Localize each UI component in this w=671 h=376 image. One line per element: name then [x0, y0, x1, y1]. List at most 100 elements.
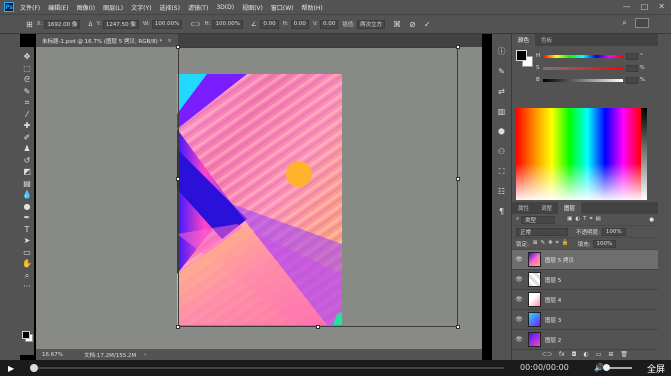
- cancel-transform-icon[interactable]: ⊘: [409, 20, 416, 29]
- pen-tool-icon[interactable]: ✒: [20, 212, 34, 224]
- status-menu-icon[interactable]: ›: [144, 352, 146, 358]
- layer-mask-icon[interactable]: ◘: [572, 351, 577, 358]
- menu-edit[interactable]: 编辑(E): [48, 3, 68, 12]
- dodge-tool-icon[interactable]: ●: [20, 201, 34, 213]
- history-brush-tool-icon[interactable]: ↺: [20, 155, 34, 167]
- eraser-tool-icon[interactable]: ◩: [20, 166, 34, 178]
- hskew-field[interactable]: 0.00: [290, 19, 309, 29]
- menu-file[interactable]: 文件(F): [20, 3, 40, 12]
- blur-tool-icon[interactable]: 💧: [20, 189, 34, 201]
- new-layer-icon[interactable]: ⊞: [608, 351, 613, 358]
- saturation-field[interactable]: [625, 64, 638, 72]
- maximize-button[interactable]: □: [641, 2, 649, 11]
- hand-tool-icon[interactable]: ✋: [20, 258, 34, 270]
- filter-toggle-icon[interactable]: ●: [649, 217, 654, 223]
- layer-row[interactable]: 👁 图层 5 拷贝: [512, 250, 658, 270]
- fg-bg-swatches[interactable]: [516, 50, 534, 68]
- angle-field[interactable]: 0.00: [260, 19, 279, 29]
- layer-row[interactable]: 👁 图层 5: [512, 270, 658, 290]
- layer-style-icon[interactable]: fx: [559, 351, 565, 358]
- search-icon[interactable]: ⌕: [622, 18, 627, 28]
- paragraph-icon[interactable]: ¶: [499, 202, 504, 222]
- brightness-slider[interactable]: [542, 78, 623, 82]
- visibility-eye-icon[interactable]: 👁: [512, 296, 526, 303]
- transform-handle-tl[interactable]: [176, 45, 180, 49]
- delete-layer-icon[interactable]: 🗑: [620, 351, 628, 358]
- y-field[interactable]: 1247.50 像: [102, 19, 139, 29]
- w-field[interactable]: 100.00%: [151, 19, 183, 29]
- info-icon[interactable]: ⓘ: [498, 42, 506, 62]
- transform-handle-mr[interactable]: [456, 177, 460, 181]
- fullscreen-button[interactable]: 全屏: [647, 362, 665, 375]
- transform-bounding-box[interactable]: [178, 47, 458, 327]
- close-window-button[interactable]: ✕: [658, 2, 665, 11]
- filter-icons[interactable]: ▣◐T⌗▤: [567, 216, 604, 223]
- new-group-icon[interactable]: ▭: [596, 351, 602, 358]
- foreground-color-swatch[interactable]: [22, 331, 30, 339]
- minimize-button[interactable]: —: [623, 2, 631, 11]
- link-icon[interactable]: ⊂⊃: [190, 21, 200, 28]
- reference-point-icon[interactable]: ⊞: [26, 20, 33, 29]
- transform-handle-bm[interactable]: [316, 325, 320, 329]
- menu-type[interactable]: 文字(Y): [131, 3, 151, 12]
- document-tab[interactable]: 未标题-1.psd @ 16.7% (图层 5 拷贝, RGB/8) * ×: [36, 34, 178, 47]
- type-tool-icon[interactable]: T: [20, 224, 34, 236]
- visibility-eye-icon[interactable]: 👁: [512, 316, 526, 323]
- tab-color[interactable]: 颜色: [512, 34, 536, 46]
- layer-row[interactable]: 👁 图层 3: [512, 310, 658, 330]
- hue-field[interactable]: [626, 52, 639, 60]
- move-tool-icon[interactable]: ✥: [20, 51, 34, 63]
- warp-icon[interactable]: ⌘: [393, 20, 401, 29]
- visibility-eye-icon[interactable]: 👁: [512, 256, 526, 263]
- workspace-switcher-icon[interactable]: [635, 18, 649, 28]
- clone-source-icon[interactable]: ▥: [498, 102, 506, 122]
- color-spectrum[interactable]: [516, 108, 641, 200]
- transform-handle-ml[interactable]: [176, 177, 180, 181]
- opacity-field[interactable]: 100%: [601, 227, 626, 236]
- close-tab-icon[interactable]: ×: [167, 38, 172, 44]
- 3d-icon[interactable]: ⬢: [498, 122, 505, 142]
- zoom-level[interactable]: 16.67%: [42, 352, 76, 358]
- tab-adjustments[interactable]: 调整: [535, 202, 558, 214]
- edit-toolbar-icon[interactable]: ···: [20, 281, 34, 293]
- link-layers-icon[interactable]: ⊂⊃: [542, 351, 552, 358]
- transform-handle-tr[interactable]: [456, 45, 460, 49]
- layer-row[interactable]: 👁 图层 2: [512, 330, 658, 350]
- brightness-field[interactable]: [625, 76, 638, 84]
- layer-filter-select[interactable]: 类型: [521, 215, 556, 224]
- transform-handle-bl[interactable]: [176, 325, 180, 329]
- visibility-eye-icon[interactable]: 👁: [512, 276, 526, 283]
- interpolation-select[interactable]: 两次立方: [357, 19, 386, 29]
- menu-3d[interactable]: 3D(D): [216, 4, 234, 11]
- commit-transform-icon[interactable]: ✓: [424, 20, 431, 29]
- quick-select-tool-icon[interactable]: ✎: [20, 86, 34, 98]
- canvas-area[interactable]: [36, 45, 482, 349]
- seek-handle[interactable]: [30, 364, 38, 372]
- tab-swatches[interactable]: 色板: [535, 34, 558, 46]
- grayscale-ramp[interactable]: [641, 108, 647, 200]
- transform-handle-br[interactable]: [456, 325, 460, 329]
- x-field[interactable]: 1692.00 像: [44, 19, 81, 29]
- seek-bar[interactable]: [34, 367, 504, 369]
- adjustment-layer-icon[interactable]: ◐: [583, 351, 588, 358]
- lasso-tool-icon[interactable]: ᘓ: [20, 74, 34, 86]
- path-selection-tool-icon[interactable]: ➤: [20, 235, 34, 247]
- marquee-tool-icon[interactable]: ⬚: [20, 63, 34, 75]
- fill-field[interactable]: 100%: [592, 239, 617, 248]
- vskew-field[interactable]: 0.00: [320, 19, 339, 29]
- rectangle-tool-icon[interactable]: ▭: [20, 247, 34, 259]
- play-icon[interactable]: ▶: [8, 364, 14, 373]
- brush-tool-icon[interactable]: ✐: [20, 132, 34, 144]
- blend-mode-select[interactable]: 正常: [516, 227, 568, 236]
- menu-image[interactable]: 图像(I): [77, 3, 95, 12]
- menu-view[interactable]: 视图(V): [242, 3, 263, 12]
- timeline-icon[interactable]: ☷: [498, 182, 505, 202]
- menu-filter[interactable]: 滤镜(T): [188, 3, 208, 12]
- layer-row[interactable]: 👁 图层 4: [512, 290, 658, 310]
- tab-properties[interactable]: 属性: [512, 202, 535, 214]
- zoom-tool-icon[interactable]: ⌕: [20, 270, 34, 282]
- menu-help[interactable]: 帮助(H): [302, 3, 323, 12]
- brush-preset-icon[interactable]: ✎: [498, 62, 505, 82]
- menu-window[interactable]: 窗口(W): [271, 3, 294, 12]
- navigator-icon[interactable]: ⛶: [499, 162, 505, 182]
